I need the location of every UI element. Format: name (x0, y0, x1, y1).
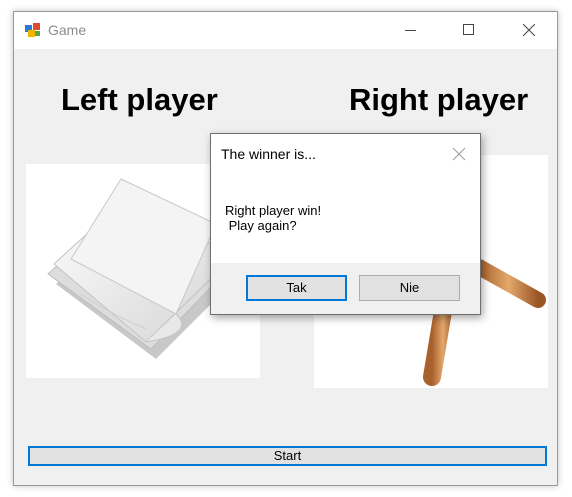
maximize-icon (463, 24, 474, 35)
left-player-label: Left player (61, 82, 218, 117)
minimize-button[interactable] (383, 12, 441, 49)
yes-button[interactable]: Tak (246, 275, 347, 301)
maximize-button[interactable] (441, 12, 499, 49)
start-button[interactable]: Start (28, 446, 547, 466)
app-icon (25, 23, 40, 37)
dialog-body: The winner is... Right player win! Play … (211, 134, 480, 263)
title-bar[interactable]: Game (14, 12, 557, 49)
close-button[interactable] (501, 12, 559, 49)
minimize-icon (405, 30, 416, 31)
no-button[interactable]: Nie (359, 275, 460, 301)
window-title: Game (48, 22, 87, 38)
winner-dialog: The winner is... Right player win! Play … (210, 133, 481, 315)
dialog-message: Right player win! Play again? (225, 203, 322, 233)
right-player-label: Right player (349, 82, 529, 117)
close-icon[interactable] (451, 146, 467, 162)
dialog-title: The winner is... (221, 146, 316, 162)
close-icon (523, 24, 535, 36)
